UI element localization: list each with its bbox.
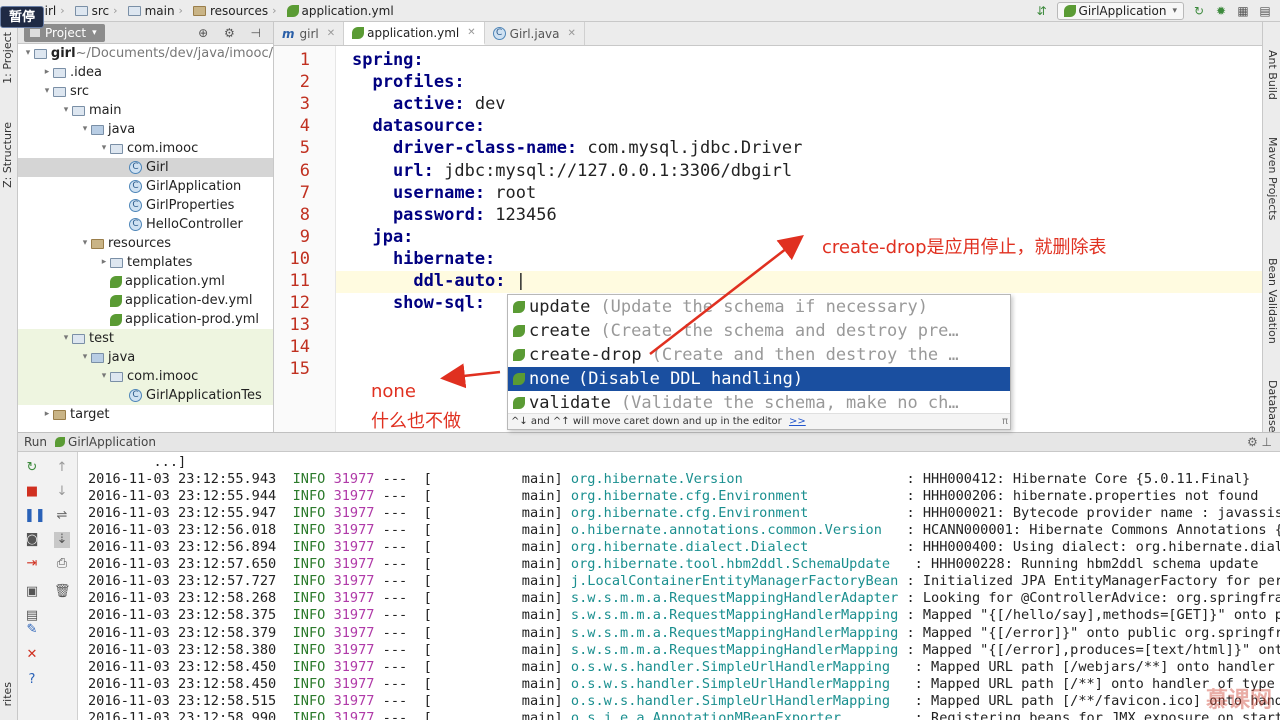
- watermark: 慕课网: [1205, 688, 1272, 713]
- annotation-arrows: [440, 234, 804, 389]
- annotation-create-drop: create-drop是应用停止，就删除表: [822, 237, 1107, 258]
- annotation-none-desc: 什么也不做: [371, 411, 461, 432]
- annotation-none-title: none: [371, 381, 416, 402]
- arrow-create-drop: [649, 234, 804, 355]
- arrow-none: [440, 363, 501, 389]
